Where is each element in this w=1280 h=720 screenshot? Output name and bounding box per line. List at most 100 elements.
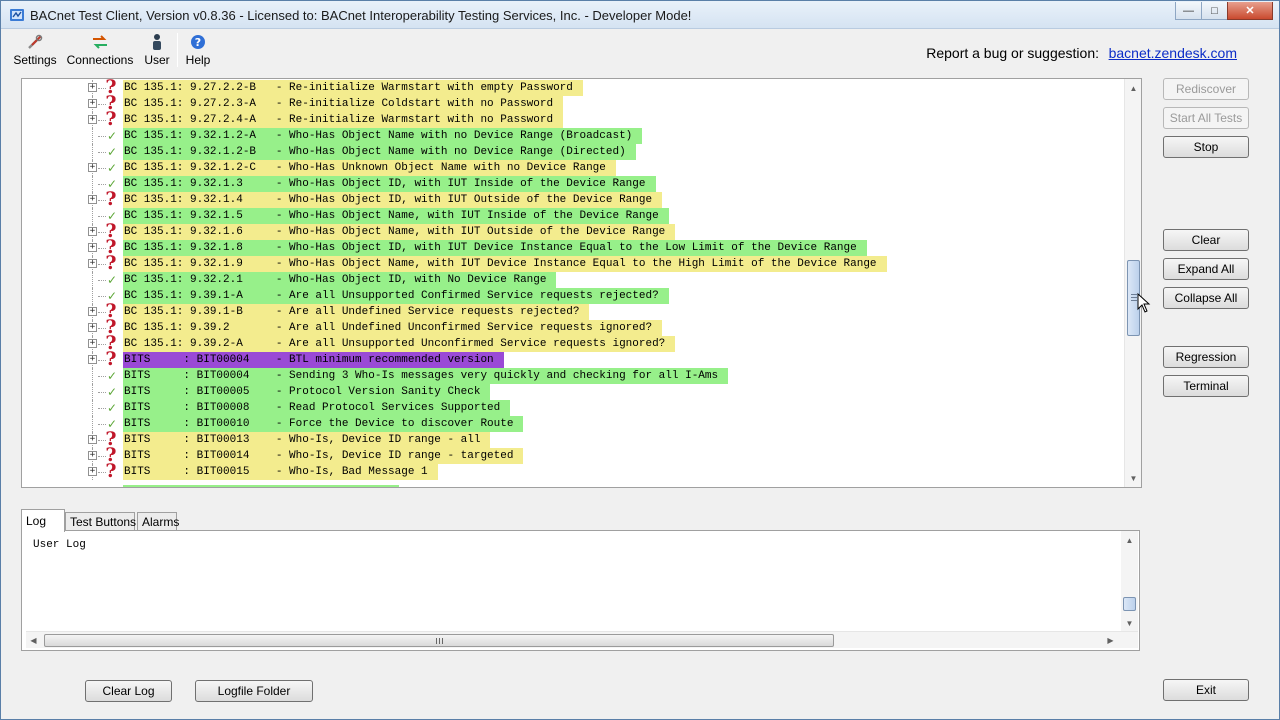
user-label: User [144, 53, 170, 67]
test-row[interactable]: ✓ BITS : BIT00008 - Read Protocol Service… [22, 400, 1122, 416]
test-row[interactable]: +? BITS : BIT00013 - Who-Is, Device ID ra… [22, 430, 1122, 449]
expand-icon[interactable]: + [88, 259, 97, 268]
scroll-down-icon[interactable]: ▼ [1126, 470, 1141, 486]
help-button[interactable]: ? Help [184, 33, 212, 69]
test-row[interactable]: +? BC 135.1: 9.39.1-B - Are all Undefined… [22, 302, 1122, 321]
log-horizontal-scrollbar[interactable]: ◀ ▶ [26, 631, 1138, 648]
test-row[interactable]: ✓ BITS : BIT00004 - Sending 3 Who-Is mess… [22, 368, 1122, 384]
test-label: BC 135.1: 9.32.1.8 - Who-Has Object ID, … [123, 240, 867, 256]
log-hscroll-thumb[interactable] [44, 634, 834, 647]
hscroll-grip-line [439, 638, 440, 644]
scroll-up-icon[interactable]: ▲ [1126, 80, 1141, 96]
test-row[interactable]: +? BC 135.1: 9.27.2.2-B - Re-initialize W… [22, 79, 1122, 97]
check-mark-icon: ✓ [106, 369, 118, 383]
test-label: BITS : BIT00010 - Force the Device to di… [123, 416, 524, 432]
connections-label: Connections [66, 53, 134, 67]
test-row[interactable]: ✓ BC 135.1: 9.39.1-A - Are all Unsupporte… [22, 288, 1122, 304]
start-all-tests-button[interactable]: Start All Tests [1163, 107, 1249, 129]
test-row[interactable]: +? BC 135.1: 9.39.2-A - Are all Unsupport… [22, 334, 1122, 353]
stop-button[interactable]: Stop [1163, 136, 1249, 158]
test-row[interactable]: + ✓ BC 135.1: 9.32.1.2-C - Who-Has Unknown… [22, 160, 1122, 176]
tools-icon [26, 33, 44, 51]
log-scroll-up-icon[interactable]: ▲ [1122, 532, 1137, 548]
logfile-folder-button[interactable]: Logfile Folder [195, 680, 313, 702]
test-row[interactable]: +? BC 135.1: 9.32.1.9 - Who-Has Object Na… [22, 254, 1122, 273]
test-label: BC 135.1: 9.32.1.3 - Who-Has Object ID, … [123, 176, 656, 192]
collapse-all-button[interactable]: Collapse All [1163, 287, 1249, 309]
test-row[interactable]: +? BC 135.1: 9.32.1.6 - Who-Has Object Na… [22, 222, 1122, 241]
test-label: BC 135.1: 9.32.1.2-C - Who-Has Unknown O… [123, 160, 616, 176]
rediscover-button[interactable]: Rediscover [1163, 78, 1249, 100]
expand-icon[interactable]: + [88, 243, 97, 252]
expand-icon[interactable]: + [88, 163, 97, 172]
zendesk-link[interactable]: bacnet.zendesk.com [1109, 45, 1237, 61]
expand-icon[interactable]: + [88, 323, 97, 332]
expand-icon[interactable]: + [88, 83, 97, 92]
log-scroll-right-icon[interactable]: ▶ [1103, 632, 1118, 648]
expand-icon[interactable]: + [88, 195, 97, 204]
tree-connector-line [92, 368, 93, 384]
test-row[interactable]: ✓ BC 135.1: 9.32.2.1 - Who-Has Object ID,… [22, 272, 1122, 288]
log-scroll-down-icon[interactable]: ▼ [1122, 615, 1137, 631]
regression-button[interactable]: Regression [1163, 346, 1249, 368]
expand-icon[interactable]: + [88, 451, 97, 460]
log-vertical-scrollbar[interactable]: ▲ ▼ [1121, 531, 1138, 633]
test-row[interactable]: +? BITS : BIT00004 - BTL minimum recommen… [22, 350, 1122, 369]
row-partial-bg [123, 485, 399, 487]
expand-icon[interactable]: + [88, 355, 97, 364]
exit-button[interactable]: Exit [1163, 679, 1249, 701]
expand-icon[interactable]: + [88, 435, 97, 444]
check-mark-icon: ✓ [106, 145, 118, 159]
question-mark-icon: ? [105, 188, 117, 210]
tree-scrollbar[interactable]: ▲ ▼ [1124, 79, 1141, 487]
check-mark-icon: ✓ [106, 273, 118, 287]
expand-icon[interactable]: + [88, 467, 97, 476]
test-tree[interactable]: +? BC 135.1: 9.27.2.2-B - Re-initialize W… [21, 78, 1142, 488]
tab-log[interactable]: Log [21, 509, 65, 532]
test-row[interactable]: +? BITS : BIT00015 - Who-Is, Bad Message … [22, 462, 1122, 481]
settings-button[interactable]: Settings [13, 33, 57, 69]
test-row[interactable]: +? BC 135.1: 9.32.1.8 - Who-Has Object ID… [22, 238, 1122, 257]
log-text-area[interactable]: User Log [26, 531, 1123, 633]
test-row[interactable]: ✓ BITS : BIT00010 - Force the Device to d… [22, 416, 1122, 432]
tab-alarms[interactable]: Alarms [137, 512, 179, 531]
tree-connector-line [98, 136, 106, 137]
test-row[interactable]: ✓ BC 135.1: 9.32.1.2-B - Who-Has Object N… [22, 144, 1122, 160]
expand-all-button[interactable]: Expand All [1163, 258, 1249, 280]
minimize-icon[interactable]: — [1175, 2, 1202, 20]
tab-test-buttons[interactable]: Test Buttons [65, 512, 136, 531]
expand-icon[interactable]: + [88, 99, 97, 108]
tree-connector-line [98, 184, 106, 185]
hscroll-grip-line [436, 638, 437, 644]
test-row[interactable]: +? BC 135.1: 9.27.2.4-A - Re-initialize W… [22, 110, 1122, 129]
user-button[interactable]: User [143, 33, 171, 69]
tree-connector-line [92, 144, 93, 160]
tree-connector-line [92, 208, 93, 224]
test-row[interactable]: +? BC 135.1: 9.32.1.4 - Who-Has Object ID… [22, 188, 1122, 210]
log-scroll-thumb[interactable] [1123, 597, 1136, 611]
test-row[interactable]: +? BC 135.1: 9.39.2 - Are all Undefined U… [22, 318, 1122, 337]
clear-button[interactable]: Clear [1163, 229, 1249, 251]
test-row[interactable]: ✓ BITS : BIT00005 - Protocol Version Sani… [22, 384, 1122, 400]
expand-icon[interactable]: + [88, 115, 97, 124]
connections-button[interactable]: Connections [67, 33, 133, 69]
test-row[interactable]: +? BC 135.1: 9.27.2.3-A - Re-initialize C… [22, 94, 1122, 113]
terminal-button[interactable]: Terminal [1163, 375, 1249, 397]
expand-icon[interactable]: + [88, 339, 97, 348]
maximize-icon[interactable]: □ [1201, 2, 1228, 20]
expand-icon[interactable]: + [88, 307, 97, 316]
tree-connector-line [92, 384, 93, 400]
test-row[interactable]: ✓ BC 135.1: 9.32.1.3 - Who-Has Object ID,… [22, 176, 1122, 192]
test-label: BC 135.1: 9.32.1.6 - Who-Has Object Name… [123, 224, 676, 240]
close-icon[interactable]: ✕ [1227, 2, 1273, 20]
test-row[interactable]: ✓ BC 135.1: 9.32.1.2-A - Who-Has Object N… [22, 128, 1122, 144]
tree-connector-line [92, 416, 93, 432]
clear-log-button[interactable]: Clear Log [85, 680, 172, 702]
test-row[interactable]: ✓ BC 135.1: 9.32.1.5 - Who-Has Object Nam… [22, 208, 1122, 224]
log-scroll-left-icon[interactable]: ◀ [26, 632, 41, 648]
tree-connector-line [98, 424, 106, 425]
expand-icon[interactable]: + [88, 227, 97, 236]
test-row[interactable]: +? BITS : BIT00014 - Who-Is, Device ID ra… [22, 446, 1122, 465]
test-label: BITS : BIT00004 - Sending 3 Who-Is messa… [123, 368, 729, 384]
test-label: BC 135.1: 9.32.1.9 - Who-Has Object Name… [123, 256, 887, 272]
